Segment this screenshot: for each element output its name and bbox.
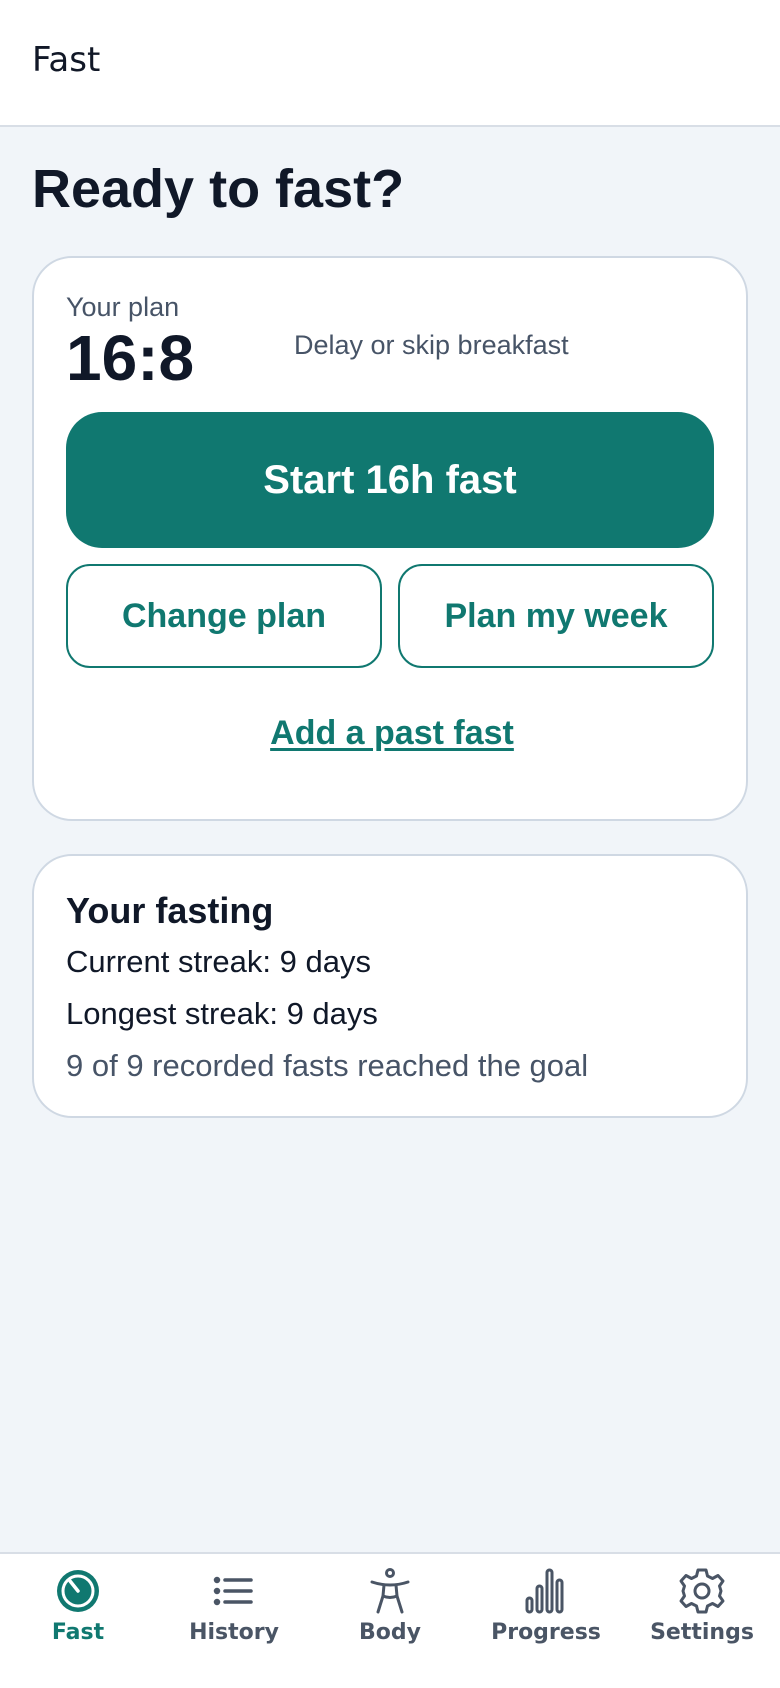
top-app-bar: Fast [0,0,780,127]
fasting-stats-card: Your fasting Current streak: 9 days Long… [32,854,748,1118]
current-streak: Current streak: 9 days [66,944,371,979]
longest-streak: Longest streak: 9 days [66,996,378,1031]
gear-icon [677,1566,727,1616]
bottom-navigation: Fast History Body Progress Settings [0,1552,780,1688]
plan-value: 16:8 [66,322,195,394]
stopwatch-icon [53,1566,103,1616]
nav-label-progress: Progress [491,1620,601,1645]
bar-chart-icon [521,1566,571,1616]
nav-label-history: History [189,1620,279,1645]
add-past-fast-link[interactable]: Add a past fast [34,714,750,753]
goal-summary: 9 of 9 recorded fasts reached the goal [66,1048,589,1083]
app-bar-title: Fast [32,40,101,80]
change-plan-button[interactable]: Change plan [66,564,382,668]
person-icon [365,1566,415,1616]
plan-description: Delay or skip breakfast [294,330,569,360]
nav-item-fast[interactable]: Fast [0,1554,156,1688]
nav-item-body[interactable]: Body [312,1554,468,1688]
stats-title: Your fasting [66,890,274,931]
nav-label-settings: Settings [650,1620,754,1645]
plan-card: Your plan 16:8 Delay or skip breakfast S… [32,256,748,821]
page-title: Ready to fast? [32,159,405,219]
nav-item-progress[interactable]: Progress [468,1554,624,1688]
plan-label: Your plan [66,292,180,322]
nav-label-body: Body [359,1620,421,1645]
nav-label-fast: Fast [51,1620,105,1645]
plan-my-week-button[interactable]: Plan my week [398,564,714,668]
list-icon [209,1566,259,1616]
start-fast-button[interactable]: Start 16h fast [66,412,714,548]
nav-item-history[interactable]: History [156,1554,312,1688]
nav-item-settings[interactable]: Settings [624,1554,780,1688]
